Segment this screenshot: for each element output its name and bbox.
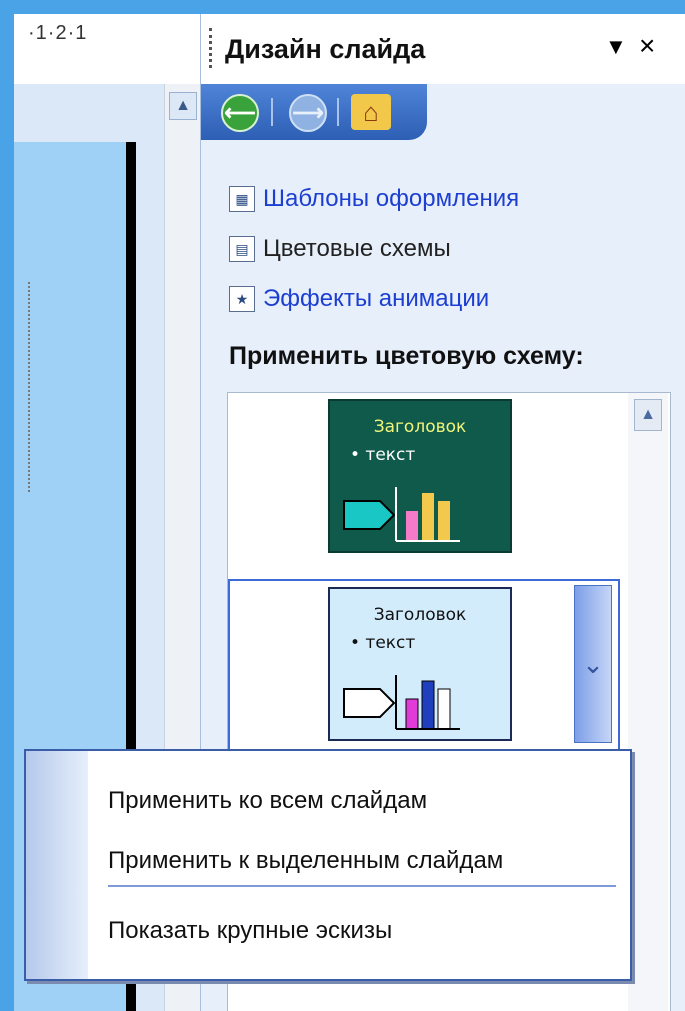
back-icon[interactable]: ⟵ — [221, 94, 259, 132]
ruler: ·1·2·1 — [14, 14, 204, 84]
menu-icon-strip — [26, 751, 88, 979]
grip-icon[interactable] — [209, 28, 216, 68]
color-schemes-icon: ▤ — [229, 236, 255, 262]
design-templates-icon: ▦ — [229, 186, 255, 212]
menu-item-apply-all[interactable]: Применить ко всем слайдам — [108, 787, 427, 815]
design-links: ▦ Шаблоны оформления ▤ Цветовые схемы ★ … — [229, 174, 519, 324]
scroll-up-button[interactable]: ▲ — [634, 399, 662, 431]
link-label[interactable]: Цветовые схемы — [263, 235, 451, 263]
menu-separator — [108, 885, 616, 887]
link-label[interactable]: Шаблоны оформления — [263, 185, 519, 213]
scroll-up-button[interactable]: ▲ — [169, 92, 197, 120]
thumbnail-graphic — [343, 675, 460, 730]
task-pane-navbar: ⟵ ⟶ ⌂ — [201, 84, 427, 140]
placeholder-border — [28, 282, 32, 492]
pane-menu-button[interactable]: ▼ — [605, 34, 627, 60]
task-pane-header: Дизайн слайда ▼ × — [201, 14, 685, 84]
home-icon[interactable]: ⌂ — [351, 94, 391, 130]
link-label[interactable]: Эффекты анимации — [263, 285, 489, 313]
link-design-templates[interactable]: ▦ Шаблоны оформления — [229, 174, 519, 224]
chevron-down-icon[interactable]: ⌄ — [574, 585, 612, 743]
task-pane-title: Дизайн слайда — [225, 34, 426, 64]
color-scheme-thumbnail[interactable]: Заголовок • текст — [328, 399, 512, 553]
ruler-label: ·1·2·1 — [28, 22, 88, 44]
menu-item-apply-selected[interactable]: Применить к выделенным слайдам — [108, 847, 503, 875]
animation-effects-icon: ★ — [229, 286, 255, 312]
menu-item-show-large[interactable]: Показать крупные эскизы — [108, 917, 392, 945]
color-scheme-thumbnail[interactable]: Заголовок • текст — [328, 587, 512, 741]
link-animation-effects[interactable]: ★ Эффекты анимации — [229, 274, 519, 324]
link-color-schemes[interactable]: ▤ Цветовые схемы — [229, 224, 519, 274]
close-icon[interactable]: × — [639, 30, 655, 62]
nav-separator — [337, 98, 339, 126]
context-menu: Применить ко всем слайдам Применить к вы… — [24, 749, 632, 981]
thumbnail-graphic — [343, 487, 460, 542]
gallery-scrollbar[interactable]: ▲ — [628, 393, 668, 1011]
forward-icon[interactable]: ⟶ — [289, 94, 327, 132]
nav-separator — [271, 98, 273, 126]
app-window: ·1·2·1 ▲ Дизайн слайда ▼ × ⟵ ⟶ ⌂ ▦ Шабло… — [14, 14, 685, 1011]
section-title: Применить цветовую схему: — [229, 342, 584, 370]
